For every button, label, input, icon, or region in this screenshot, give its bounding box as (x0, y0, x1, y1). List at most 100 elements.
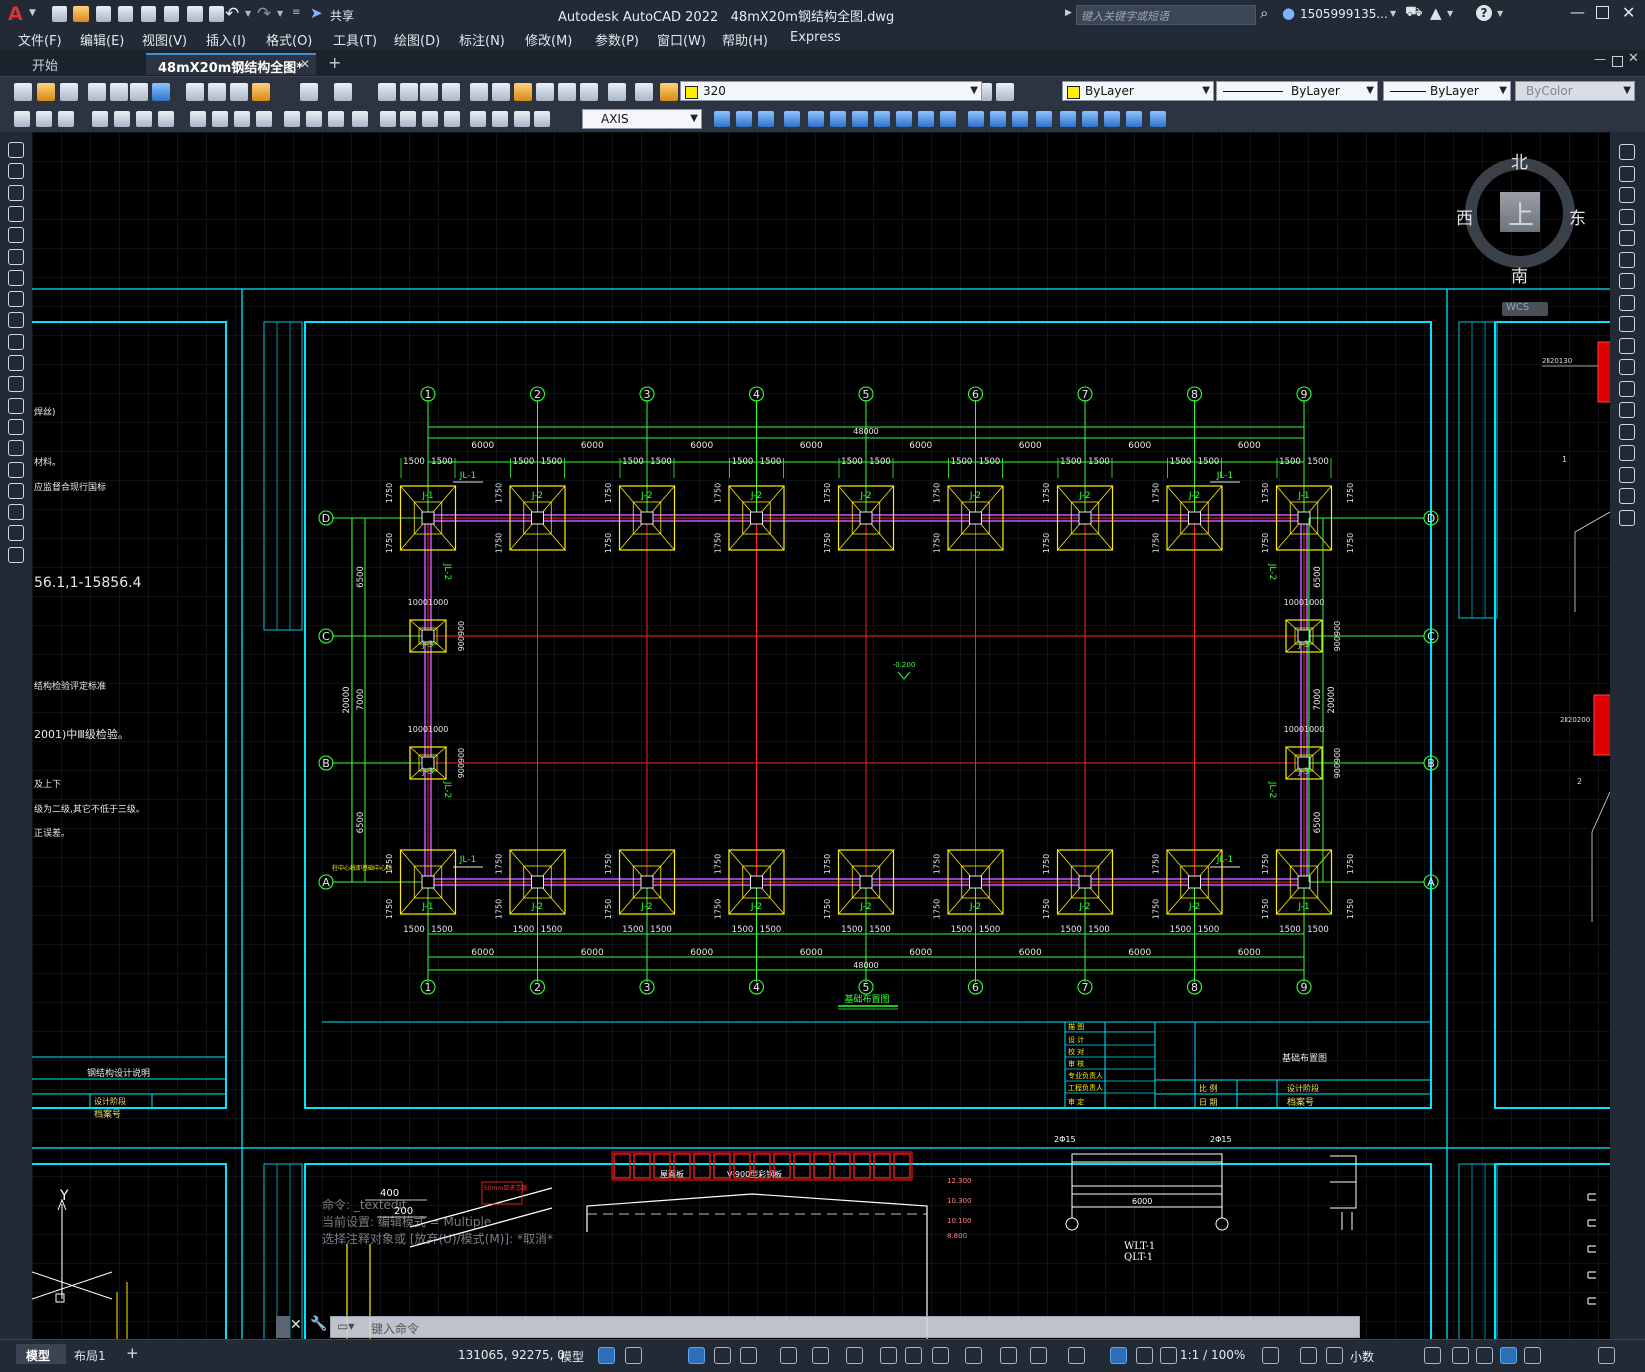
revolve-icon[interactable] (1036, 111, 1052, 127)
undo-icon[interactable]: ↶ (225, 4, 239, 24)
grid-dropdown-icon[interactable] (625, 1347, 642, 1364)
save-web-icon[interactable] (164, 6, 179, 22)
cut-icon[interactable] (186, 83, 204, 101)
view-top-icon[interactable] (758, 111, 774, 127)
menu-item[interactable]: 视图(V) (142, 30, 187, 49)
object-snap-tracking-icon[interactable] (812, 1347, 829, 1364)
copy-object-icon[interactable] (1619, 165, 1635, 182)
viewcube-north[interactable]: 北 (1511, 148, 1528, 173)
tab-layout1[interactable]: 布局1 (74, 1347, 106, 1364)
revision-cloud-icon[interactable] (8, 291, 24, 308)
inspection-icon[interactable] (380, 111, 396, 127)
user-name[interactable]: 1505999135... (1300, 7, 1388, 21)
calculator-icon[interactable] (580, 83, 598, 101)
viewcube-south[interactable]: 南 (1511, 262, 1528, 287)
redo-icon[interactable] (334, 83, 352, 101)
menu-item[interactable]: 修改(M) (525, 30, 572, 49)
menu-item[interactable]: 参数(P) (595, 30, 639, 49)
join-icon[interactable] (1619, 423, 1635, 440)
dim-arc-icon[interactable] (58, 111, 74, 127)
publish-icon[interactable] (130, 83, 148, 101)
open-web-icon[interactable] (141, 6, 156, 22)
annotation-monitor-icon[interactable] (1300, 1347, 1317, 1364)
menu-item[interactable]: 绘图(D) (394, 30, 440, 49)
menu-item[interactable]: Express (790, 30, 841, 45)
user-icon[interactable]: ● (1282, 4, 1295, 22)
ucs-world-icon[interactable] (1082, 111, 1098, 127)
move-icon[interactable] (1619, 251, 1635, 268)
layer-dropdown[interactable]: 320 ▼ (680, 81, 982, 101)
clean-screen-icon[interactable] (1524, 1347, 1541, 1364)
gradient-icon[interactable] (8, 461, 24, 478)
new-icon[interactable] (14, 83, 32, 101)
dim-angular-icon[interactable] (190, 111, 206, 127)
help-icon[interactable] (608, 83, 626, 101)
doc-close-icon[interactable]: ✕ (1628, 51, 1639, 66)
center-mark-icon[interactable] (352, 111, 368, 127)
hardware-acceleration-icon[interactable] (1500, 1347, 1517, 1364)
cart-icon[interactable]: ⛟ (1405, 4, 1423, 22)
command-close-icon[interactable]: ✕ (290, 1317, 302, 1333)
doc-restore-icon[interactable] (1612, 56, 1623, 67)
search-box[interactable]: 键入关键字或短语 (1076, 5, 1256, 25)
chamfer-icon[interactable] (1619, 445, 1635, 461)
auto-scale-icon[interactable] (1136, 1347, 1153, 1364)
construction-line-icon[interactable] (8, 163, 24, 180)
ellipse-arc-icon[interactable] (8, 355, 24, 371)
visual-style-icon[interactable] (808, 111, 824, 127)
scale-icon[interactable] (1619, 294, 1635, 311)
extend-icon[interactable] (1619, 359, 1635, 375)
search-expand-icon[interactable]: ▶ (1065, 8, 1072, 18)
plot-icon[interactable] (187, 6, 203, 22)
share-label[interactable]: 共享 (330, 7, 354, 24)
erase-icon[interactable] (1619, 144, 1635, 160)
dim-space-icon[interactable] (284, 111, 300, 127)
tab-model[interactable]: 模型 (16, 1344, 66, 1364)
user-dropdown-icon[interactable]: ▼ (1390, 9, 1396, 18)
render-icon[interactable] (830, 111, 846, 127)
grid-icon[interactable] (598, 1347, 615, 1364)
menu-item[interactable]: 窗口(W) (657, 30, 706, 49)
menu-item[interactable]: 插入(I) (206, 30, 246, 49)
lock-ui-icon[interactable] (1452, 1347, 1469, 1364)
new-file-icon[interactable] (52, 6, 67, 22)
menu-item[interactable]: 帮助(H) (722, 30, 768, 49)
plot-preview-icon[interactable] (110, 83, 128, 101)
dim-radius-icon[interactable] (114, 111, 130, 127)
dim-text-edit-icon[interactable] (444, 111, 460, 127)
plotstyle-dropdown[interactable]: ByColor ▼ (1515, 81, 1635, 101)
properties-icon[interactable] (470, 83, 488, 101)
light-icon[interactable] (852, 111, 868, 127)
workspace-icon[interactable] (1262, 1347, 1279, 1364)
tab-start[interactable]: 开始 (20, 53, 70, 75)
minimize-icon[interactable]: — (1570, 3, 1585, 21)
selection-filter-icon[interactable] (1030, 1347, 1047, 1364)
dim-baseline-icon[interactable] (234, 111, 250, 127)
orbit-icon[interactable] (784, 111, 800, 127)
pan-icon[interactable] (378, 83, 396, 101)
rectangle-icon[interactable] (8, 227, 24, 244)
fly-icon[interactable] (940, 111, 956, 127)
new-tab-icon[interactable]: + (328, 53, 341, 72)
polyline-icon[interactable] (8, 184, 24, 201)
dim-edit-icon[interactable] (422, 111, 438, 127)
dim-linear-icon[interactable] (14, 111, 30, 127)
redo-icon[interactable]: ↷ (257, 4, 271, 24)
autocad-logo-icon[interactable]: A (8, 3, 23, 25)
break-icon[interactable] (1619, 402, 1635, 418)
save-icon[interactable] (96, 6, 111, 22)
zoom-window-icon[interactable] (420, 83, 438, 101)
customization-icon[interactable] (1598, 1347, 1615, 1364)
close-icon[interactable]: ✕ (1622, 3, 1635, 22)
dim-update-icon[interactable] (470, 111, 486, 127)
autodesk-account-icon[interactable]: ▲ (1430, 4, 1442, 22)
layer-properties-icon[interactable] (635, 83, 653, 101)
viewcube-west[interactable]: 西 (1456, 204, 1473, 229)
offset-icon[interactable] (1619, 208, 1635, 225)
paste-icon[interactable] (230, 83, 248, 101)
undo-dropdown-icon[interactable]: ▼ (245, 9, 251, 18)
open-icon[interactable] (37, 83, 55, 101)
drawing-canvas[interactable]: 焊丝) 材料。 应监督合现行国标 56.1,1-15856.4 结构检验评定标准… (32, 132, 1610, 1339)
match-properties-icon[interactable] (252, 83, 270, 101)
dim-ordinate-icon[interactable] (92, 111, 108, 127)
